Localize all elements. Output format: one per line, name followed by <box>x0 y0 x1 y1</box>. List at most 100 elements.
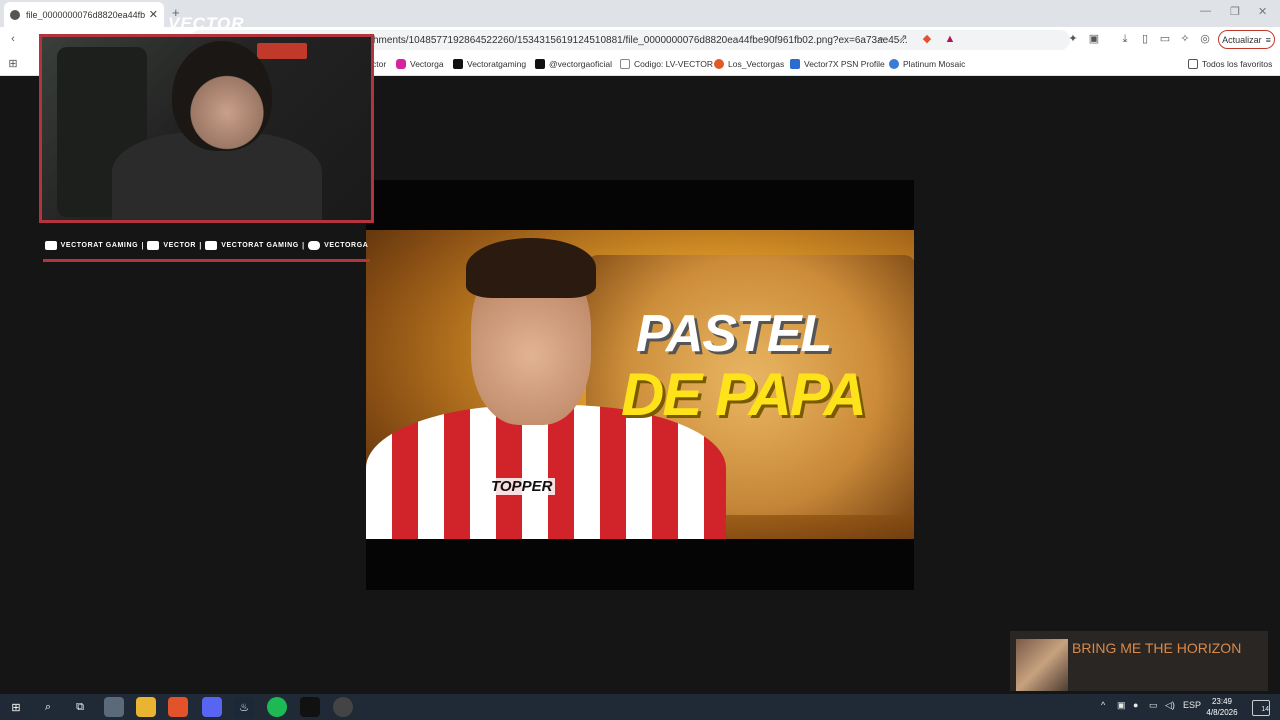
twitch-icon <box>147 241 160 250</box>
url-text: chments/1048577192864522260/153431561912… <box>368 34 908 46</box>
tiktok-icon <box>535 59 545 69</box>
clock-date: 4/8/2026 <box>1206 708 1238 717</box>
extensions-icon[interactable]: ✦ <box>1066 32 1080 46</box>
reddit-icon <box>714 59 724 69</box>
steam-icon[interactable]: ♨ <box>234 697 254 717</box>
brave-browser-icon[interactable] <box>168 697 188 717</box>
bookmark-label: Vectoratgaming <box>467 59 527 69</box>
bookmark-item[interactable]: Vectoratgaming <box>453 57 526 71</box>
wall-sign <box>257 43 307 59</box>
bookmark-item[interactable]: Los_Vectorgas <box>714 57 784 71</box>
youtube-icon <box>44 241 57 250</box>
task-view-icon[interactable]: ⧉ <box>70 697 90 717</box>
bookmark-item[interactable]: @vectorgaoficial <box>535 57 612 71</box>
zoom-search-icon[interactable]: ⌕ <box>874 32 888 46</box>
vector-logo: VECTOR <box>168 14 245 33</box>
favorites-label: Todos los favoritos <box>1202 59 1273 69</box>
instagram-icon <box>308 241 321 250</box>
page-favicon-icon <box>10 9 20 20</box>
thumbnail-title-line1: PASTEL <box>636 305 832 363</box>
separator: | <box>199 241 203 250</box>
tray-device-icon[interactable]: ▣ <box>1117 700 1126 711</box>
social-instagram: VECTORGA <box>308 241 368 250</box>
update-label: Actualizar <box>1222 34 1262 45</box>
all-favorites-folder[interactable]: Todos los favoritos <box>1188 57 1272 71</box>
brave-shield-icon[interactable]: ◆ <box>920 32 934 46</box>
thumbnail-title-line2: DE PAPA <box>621 361 867 428</box>
notification-center-icon[interactable]: 14 <box>1252 700 1270 716</box>
file-explorer-icon[interactable] <box>136 697 156 717</box>
person-hair <box>466 238 596 298</box>
brave-rewards-icon[interactable]: ▲ <box>943 32 957 46</box>
thumbnail-image: TOPPER PASTEL DE PAPA <box>366 230 914 539</box>
browser-tab[interactable]: file_0000000076d8820ea44fbe9... ✕ <box>4 2 164 27</box>
download-icon[interactable]: ⤓ <box>1118 32 1132 46</box>
bookmark-label: @vectorgaoficial <box>549 59 612 69</box>
bookmark-item[interactable]: Platinum Mosaic <box>889 57 965 71</box>
volume-icon[interactable]: ◁) <box>1165 700 1175 711</box>
streamer-head <box>172 41 272 151</box>
bookmark-item[interactable]: ctor <box>372 57 386 71</box>
system-clock[interactable]: 23:49 4/8/2026 <box>1205 696 1239 718</box>
social-label: VECTOR <box>163 242 197 249</box>
social-label: VECTORAT GAMING <box>221 242 299 249</box>
separator: | <box>141 241 145 250</box>
app-icon[interactable] <box>104 697 124 717</box>
bookmark-item[interactable]: Codigo: LV-VECTOR <box>620 57 713 71</box>
trophy-icon <box>889 59 899 69</box>
start-button-icon[interactable]: ⊞ <box>6 697 26 717</box>
webcam-frame <box>39 34 374 223</box>
close-tab-icon[interactable]: ✕ <box>149 8 158 21</box>
bookmark-label: ctor <box>372 59 387 69</box>
taskbar <box>0 694 1280 720</box>
spotify-icon[interactable] <box>267 697 287 717</box>
apps-grid-icon[interactable]: ⊞ <box>6 57 20 71</box>
update-button[interactable]: Actualizar ≡ <box>1218 30 1275 49</box>
psn-icon <box>790 59 800 69</box>
notification-count: 14 <box>1261 706 1269 713</box>
album-art <box>1016 639 1068 691</box>
bookmark-item[interactable]: Vectorga <box>396 57 444 71</box>
minimize-icon[interactable]: — <box>1200 5 1211 17</box>
tray-chevron-icon[interactable]: ^ <box>1101 700 1105 710</box>
close-window-icon[interactable]: ✕ <box>1258 5 1267 18</box>
back-icon[interactable]: ‹ <box>6 32 20 46</box>
shirt-brand: TOPPER <box>488 478 556 495</box>
bookmark-item[interactable]: Vector7X PSN Profile <box>790 57 885 71</box>
now-playing-artist: BRING ME THE HORIZON <box>1072 640 1242 656</box>
menu-icon: ≡ <box>1265 34 1271 45</box>
clock-time: 23:49 <box>1211 697 1233 706</box>
sidebar-icon[interactable]: ▯ <box>1138 32 1152 46</box>
now-playing-widget: BRING ME THE HORIZON <box>1010 631 1268 691</box>
microphone-icon[interactable]: ● <box>1133 700 1138 710</box>
social-twitter: VECTORAT GAMING <box>205 241 299 250</box>
bookmark-label: Los_Vectorgas <box>728 59 785 69</box>
discord-icon[interactable] <box>202 697 222 717</box>
leo-ai-icon[interactable]: ✧ <box>1178 32 1192 46</box>
instagram-icon <box>396 59 406 69</box>
share-icon[interactable]: ⇗ <box>896 32 910 46</box>
social-label: VECTORGA <box>324 242 369 249</box>
bookmark-label: Vectorga <box>410 59 444 69</box>
search-icon[interactable]: ⌕ <box>38 697 58 717</box>
folder-icon <box>1188 59 1198 69</box>
bookmark-label: Codigo: LV-VECTOR <box>634 59 714 69</box>
language-indicator[interactable]: ESP <box>1183 700 1201 710</box>
page-icon <box>620 59 630 69</box>
bookmark-label: Vector7X PSN Profile <box>804 59 885 69</box>
bookmark-label: Platinum Mosaic <box>903 59 966 69</box>
twitter-icon <box>205 241 218 250</box>
social-label: VECTORAT GAMING <box>60 242 139 249</box>
social-bar: VECTORAT GAMING | VECTOR | VECTORAT GAMI… <box>43 232 370 262</box>
tab-title: file_0000000076d8820ea44fbe9... <box>26 9 145 20</box>
tab-search-icon[interactable]: ▭ <box>1158 32 1172 46</box>
wallet-icon[interactable]: ▣ <box>1087 32 1101 46</box>
network-icon[interactable]: ▭ <box>1149 700 1158 711</box>
social-twitch: VECTOR <box>147 241 196 250</box>
epic-games-icon[interactable] <box>300 697 320 717</box>
vpn-icon[interactable]: ◎ <box>1198 32 1212 46</box>
obs-icon[interactable] <box>333 697 353 717</box>
x-icon <box>453 59 463 69</box>
social-youtube: VECTORAT GAMING <box>44 241 139 250</box>
maximize-icon[interactable]: ❐ <box>1230 5 1240 18</box>
